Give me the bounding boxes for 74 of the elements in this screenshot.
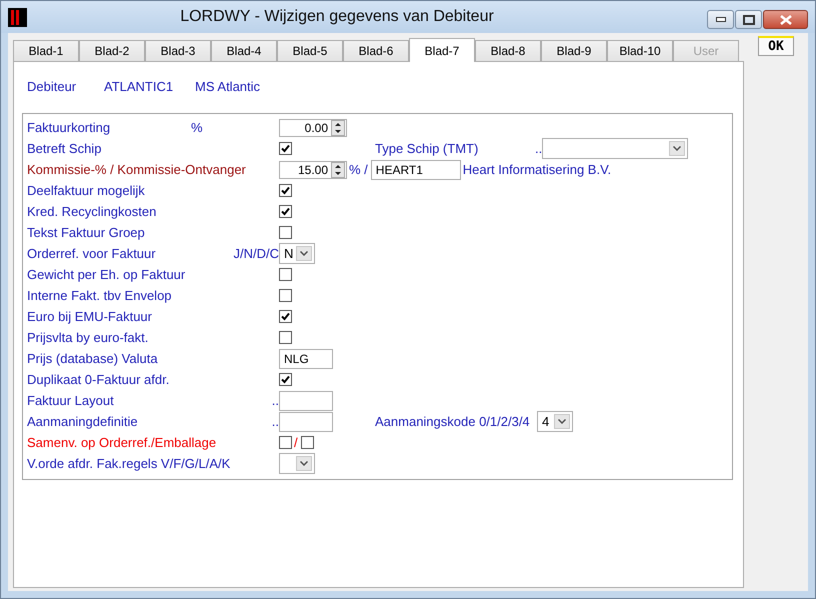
field-label: V.orde afdr. Fak.regels V/F/G/L/A/K xyxy=(27,456,230,472)
field-label: Kred. Recyclingkosten xyxy=(27,204,158,220)
field-label: Faktuurkorting xyxy=(27,120,112,136)
field-label: Betreft Schip xyxy=(27,140,102,156)
spin-arrows-icon[interactable] xyxy=(331,162,345,178)
input-field[interactable] xyxy=(279,390,333,410)
field-label: Samenv. op Orderref./Emballage xyxy=(27,434,216,450)
tab[interactable]: Blad-7 xyxy=(409,38,475,62)
hint-label: .. xyxy=(272,414,279,429)
checkbox[interactable] xyxy=(279,436,292,449)
field-label: Deelfaktuur mogelijk xyxy=(27,182,146,198)
hint-label: J/N/D/C xyxy=(234,246,279,261)
tab[interactable]: Blad-8 xyxy=(475,40,541,61)
close-button[interactable] xyxy=(763,10,808,29)
tab[interactable]: Blad-6 xyxy=(343,40,409,61)
number-field[interactable]: 0.00 xyxy=(279,118,347,136)
field-label: Aanmaningskode 0/1/2/3/4 xyxy=(375,414,531,429)
unit-label: % xyxy=(191,120,203,135)
tab[interactable]: Blad-1 xyxy=(13,40,79,61)
field-label: Orderref. voor Faktuur xyxy=(27,246,157,262)
checkbox[interactable] xyxy=(300,436,314,449)
field-text: Heart Informatisering B.V. xyxy=(462,162,612,177)
dropdown[interactable]: N xyxy=(279,243,315,264)
header-text: Debiteur xyxy=(27,78,78,94)
checkbox[interactable] xyxy=(279,289,292,302)
hint-label: .. xyxy=(535,141,542,156)
field-label: Type Schip (TMT) xyxy=(375,141,480,156)
checkbox[interactable] xyxy=(279,373,292,386)
tab[interactable]: Blad-3 xyxy=(145,40,211,61)
input-field[interactable]: HEART1 xyxy=(370,160,461,180)
minimize-button[interactable] xyxy=(707,10,734,29)
header-text: MS Atlantic xyxy=(195,78,260,94)
maximize-icon xyxy=(742,14,754,24)
checkbox[interactable] xyxy=(279,226,292,239)
field-label: Faktuur Layout xyxy=(27,392,115,408)
chevron-down-icon[interactable] xyxy=(296,456,312,471)
dropdown[interactable]: 4 xyxy=(537,411,573,432)
maximize-button[interactable] xyxy=(735,10,762,29)
tab[interactable]: Blad-9 xyxy=(541,40,607,61)
hint-label: .. xyxy=(272,393,279,408)
field-label: Prijs (database) Valuta xyxy=(27,350,159,366)
chevron-down-icon[interactable] xyxy=(669,141,686,156)
field-label: Interne Fakt. tbv Envelop xyxy=(27,288,173,304)
field-label: Euro bij EMU-Faktuur xyxy=(27,308,153,324)
chevron-down-icon[interactable] xyxy=(296,246,312,261)
window-title: LORDWY - Wijzigen gegevens van Debiteur xyxy=(179,8,495,26)
number-field[interactable]: 15.00 xyxy=(279,160,347,178)
spin-arrows-icon[interactable] xyxy=(331,120,345,136)
field-label: Duplikaat 0-Faktuur afdr. xyxy=(27,372,170,388)
minimize-icon xyxy=(716,17,726,22)
app-icon xyxy=(8,8,27,26)
checkbox[interactable] xyxy=(279,268,292,281)
tab[interactable]: Blad-10 xyxy=(607,40,673,61)
chevron-down-icon[interactable] xyxy=(554,414,570,429)
input-field[interactable]: NLG xyxy=(279,348,333,368)
close-icon xyxy=(780,14,792,24)
field-label: Gewicht per Eh. op Faktuur xyxy=(27,266,186,282)
field-text: % / xyxy=(349,162,368,177)
checkbox[interactable] xyxy=(279,310,292,323)
field-label: Prijsvlta by euro-fakt. xyxy=(27,330,150,346)
field-text: / xyxy=(294,435,298,450)
field-label: Aanmaningdefinitie xyxy=(27,414,139,430)
checkbox[interactable] xyxy=(279,331,292,344)
header-text: ATLANTIC1 xyxy=(104,78,174,94)
ok-button[interactable]: OK xyxy=(758,36,794,56)
tab[interactable]: Blad-2 xyxy=(79,40,145,61)
checkbox[interactable] xyxy=(279,142,292,155)
field-label: Kommissie-% / Kommissie-Ontvanger xyxy=(27,162,246,178)
input-field[interactable] xyxy=(279,412,333,432)
tab[interactable]: Blad-4 xyxy=(211,40,277,61)
field-label: Tekst Faktuur Groep xyxy=(27,224,146,240)
tab[interactable]: Blad-5 xyxy=(277,40,343,61)
checkbox[interactable] xyxy=(279,184,292,197)
checkbox[interactable] xyxy=(279,205,292,218)
